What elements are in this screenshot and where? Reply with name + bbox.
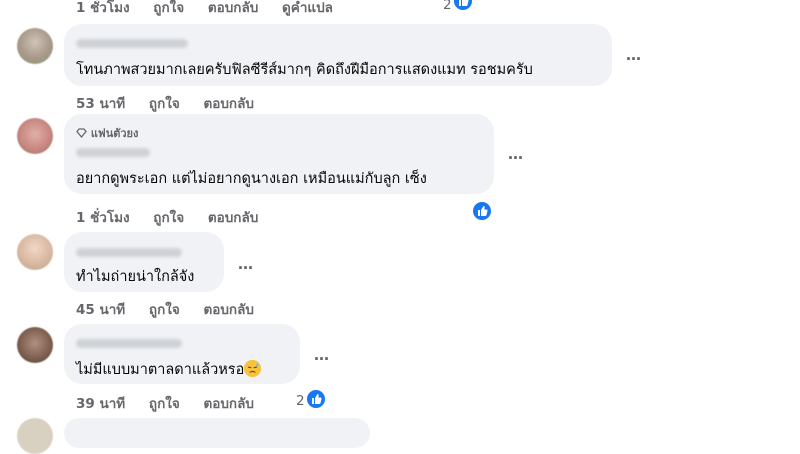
more-options-icon[interactable]: … xyxy=(626,46,642,64)
more-options-icon[interactable]: … xyxy=(238,255,254,273)
time-link[interactable]: 39 นาที xyxy=(76,396,125,412)
avatar[interactable] xyxy=(17,418,53,454)
avatar[interactable] xyxy=(17,234,53,270)
reaction-count: 2 xyxy=(296,393,305,409)
fan-badge: แฟนตัวยง xyxy=(76,124,138,142)
more-options-icon[interactable]: … xyxy=(508,145,524,163)
reply-link[interactable]: ตอบกลับ xyxy=(208,0,258,16)
reply-link[interactable]: ตอบกลับ xyxy=(208,210,258,226)
more-options-icon[interactable]: … xyxy=(314,346,330,364)
like-link[interactable]: ถูกใจ xyxy=(149,396,180,412)
comment-text: โทนภาพสวยมากเลยครับฟิลซีรีส์มากๆ คิดถึงฝ… xyxy=(76,62,533,78)
like-link[interactable]: ถูกใจ xyxy=(149,96,180,112)
avatar[interactable] xyxy=(17,327,53,363)
time-link[interactable]: 1 ชั่วโมง xyxy=(76,210,130,226)
time-link[interactable]: 53 นาที xyxy=(76,96,125,112)
comment-meta: 39 นาที ถูกใจ ตอบกลับ xyxy=(76,392,273,414)
author-name[interactable] xyxy=(76,148,150,157)
like-reaction-icon[interactable] xyxy=(305,388,327,410)
reaction-count: 2 xyxy=(443,0,452,13)
comment-meta-top: 1 ชั่วโมง ถูกใจ ตอบกลับ ดูคำแปล xyxy=(76,0,352,18)
comment-text: อยากดูพระเอก แต่ไม่อยากดูนางเอก เหมือนแม… xyxy=(76,171,427,187)
sad-face-emoji xyxy=(244,360,262,377)
reply-link[interactable]: ตอบกลับ xyxy=(203,396,253,412)
author-name[interactable] xyxy=(76,339,182,348)
comment-meta: 53 นาที ถูกใจ ตอบกลับ xyxy=(76,92,273,114)
like-link[interactable]: ถูกใจ xyxy=(149,302,180,318)
time-link[interactable]: 1 ชั่วโมง xyxy=(76,0,130,16)
author-name[interactable] xyxy=(76,39,188,48)
translate-link[interactable]: ดูคำแปล xyxy=(282,0,333,16)
like-reaction-icon[interactable] xyxy=(452,0,474,12)
avatar[interactable] xyxy=(17,118,53,154)
comment-meta: 45 นาที ถูกใจ ตอบกลับ xyxy=(76,298,273,320)
avatar[interactable] xyxy=(17,28,53,64)
like-reaction-icon[interactable] xyxy=(471,200,493,222)
author-name[interactable] xyxy=(76,248,182,257)
comment-text: ไม่มีแบบมาตาลดาแล้วหรอ xyxy=(76,358,262,381)
comment-text: ทำไมถ่ายน่าใกล้จัง xyxy=(76,269,195,285)
comment-bubble xyxy=(64,418,370,448)
diamond-badge-icon xyxy=(76,127,91,140)
time-link[interactable]: 45 นาที xyxy=(76,302,125,318)
like-link[interactable]: ถูกใจ xyxy=(153,0,184,16)
reply-link[interactable]: ตอบกลับ xyxy=(203,96,253,112)
reply-link[interactable]: ตอบกลับ xyxy=(203,302,253,318)
like-link[interactable]: ถูกใจ xyxy=(153,210,184,226)
comment-meta: 1 ชั่วโมง ถูกใจ ตอบกลับ xyxy=(76,206,277,228)
